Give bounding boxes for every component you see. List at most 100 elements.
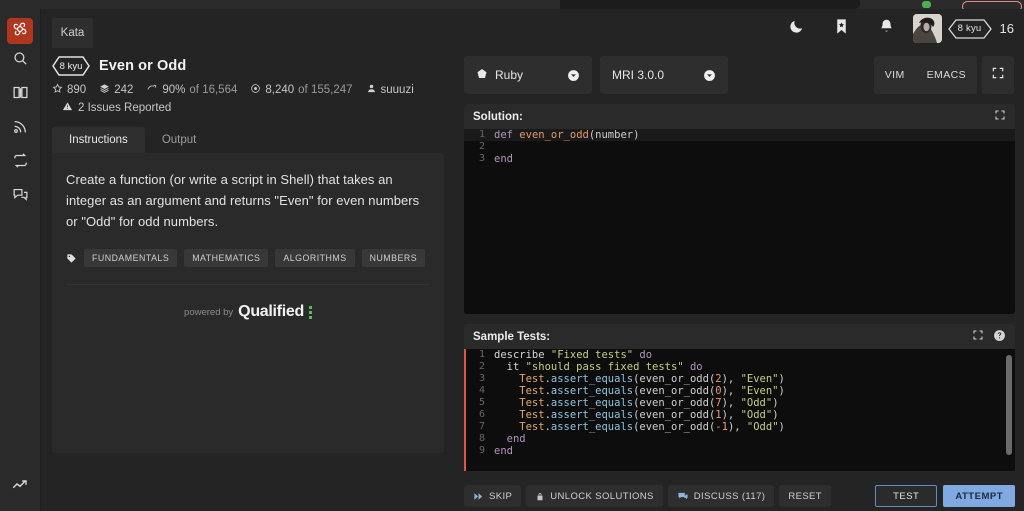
code-line: 2 bbox=[464, 141, 1015, 153]
issues-reported[interactable]: 2 Issues Reported bbox=[62, 101, 455, 115]
book-icon bbox=[12, 84, 29, 106]
code-line: 2 it "should pass fixed tests" do bbox=[466, 361, 1015, 373]
left-sidebar bbox=[0, 9, 41, 511]
stat-completions: 8,240 of 155,247 bbox=[250, 83, 352, 97]
sample-tests-title: Sample Tests: bbox=[473, 331, 550, 343]
honor-count: 16 bbox=[1000, 21, 1014, 36]
solution-header: Solution: bbox=[464, 104, 1015, 129]
tag-item[interactable]: FUNDAMENTALS bbox=[84, 249, 177, 267]
stat-collections: 242 bbox=[99, 83, 133, 97]
sidebar-item-logo[interactable] bbox=[7, 18, 33, 44]
chevron-down-icon bbox=[703, 69, 716, 82]
browser-status-dot bbox=[922, 1, 931, 8]
code-line: 1describe "Fixed tests" do bbox=[466, 349, 1015, 361]
solution-title: Solution: bbox=[473, 111, 523, 123]
tag-item[interactable]: NUMBERS bbox=[362, 249, 426, 267]
test-button[interactable]: TEST bbox=[875, 485, 937, 507]
expand-icon bbox=[991, 66, 1005, 85]
discuss-button[interactable]: DISCUSS (117) bbox=[668, 485, 775, 507]
code-text: Test.assert_equals(even_or_odd(-1), "Odd… bbox=[494, 421, 785, 433]
fast-forward-icon bbox=[473, 491, 484, 502]
tab-instructions[interactable]: Instructions bbox=[52, 127, 145, 153]
solution-editor[interactable]: 1 def even_or_odd(number) 2 3 end bbox=[464, 129, 1015, 314]
top-bar: Kata bbox=[41, 9, 1024, 48]
sidebar-item-feed[interactable] bbox=[0, 112, 41, 146]
code-text: end bbox=[494, 153, 513, 165]
completions-icon bbox=[250, 83, 261, 97]
sample-tests-editor[interactable]: 1describe "Fixed tests" do2 it "should p… bbox=[464, 349, 1015, 471]
bell-icon bbox=[878, 18, 895, 40]
solution-expand-button[interactable] bbox=[994, 109, 1006, 124]
code-text: Test.assert_equals(even_or_odd(2), "Even… bbox=[494, 373, 785, 385]
tag-icon bbox=[66, 253, 77, 264]
line-number: 8 bbox=[466, 433, 494, 445]
unlock-solutions-button[interactable]: UNLOCK SOLUTIONS bbox=[526, 485, 663, 507]
skip-button[interactable]: SKIP bbox=[464, 485, 521, 507]
code-line: 6 Test.assert_equals(even_or_odd(1), "Od… bbox=[466, 409, 1015, 421]
tab-output[interactable]: Output bbox=[145, 127, 214, 153]
submit-actions: TEST ATTEMPT bbox=[875, 485, 1015, 507]
star-icon bbox=[52, 83, 63, 97]
code-text: end bbox=[494, 433, 526, 445]
reset-button[interactable]: RESET bbox=[779, 485, 831, 507]
kata-rank-badge: 8 kyu bbox=[52, 56, 90, 76]
sample-tests-header: Sample Tests: bbox=[464, 324, 1015, 349]
sidebar-item-stats[interactable] bbox=[0, 469, 41, 503]
tab-kata[interactable]: Kata bbox=[52, 18, 93, 48]
satisfaction-icon bbox=[146, 83, 158, 97]
search-icon bbox=[12, 50, 29, 72]
chat-icon bbox=[12, 186, 29, 208]
help-circle-icon[interactable] bbox=[993, 329, 1006, 345]
qualified-dots-icon bbox=[309, 306, 312, 319]
line-number: 6 bbox=[466, 409, 494, 421]
kata-info-column: 8 kyu Even or Odd 890 bbox=[41, 48, 455, 511]
sidebar-item-search[interactable] bbox=[0, 44, 41, 78]
bookmark-star-icon bbox=[833, 18, 850, 40]
attempt-button[interactable]: ATTEMPT bbox=[943, 485, 1015, 507]
page-title: Even or Odd bbox=[99, 58, 186, 74]
bookmark-button[interactable] bbox=[819, 9, 864, 48]
code-line: 3 Test.assert_equals(even_or_odd(2), "Ev… bbox=[466, 373, 1015, 385]
solution-panel: Solution: 1 def even_or_odd(number) 2 bbox=[464, 104, 1015, 314]
editor-toolbar: Ruby MRI 3.0.0 VIM E bbox=[455, 48, 1024, 94]
runtime-label: MRI 3.0.0 bbox=[612, 68, 664, 82]
tag-item[interactable]: MATHEMATICS bbox=[184, 249, 268, 267]
rss-icon bbox=[12, 119, 28, 140]
keybinding-vim[interactable]: VIM bbox=[874, 56, 916, 94]
code-text: it "should pass fixed tests" do bbox=[494, 361, 703, 373]
code-text: Test.assert_equals(even_or_odd(7), "Odd"… bbox=[494, 397, 779, 409]
code-text: describe "Fixed tests" do bbox=[494, 349, 652, 361]
notifications-button[interactable] bbox=[864, 9, 909, 48]
content-tabs: Instructions Output bbox=[52, 127, 455, 153]
editor-column: Ruby MRI 3.0.0 VIM E bbox=[455, 48, 1024, 511]
avatar[interactable] bbox=[913, 14, 942, 43]
stat-author[interactable]: suuuzi bbox=[366, 83, 414, 97]
kata-stats: 890 242 bbox=[52, 83, 455, 97]
sidebar-item-practice[interactable] bbox=[0, 146, 41, 180]
person-icon bbox=[366, 83, 377, 97]
instructions-panel: Create a function (or write a script in … bbox=[52, 153, 444, 453]
code-text: Test.assert_equals(even_or_odd(0), "Even… bbox=[494, 385, 785, 397]
code-text: def even_or_odd(number) bbox=[494, 129, 639, 141]
code-line: 9end bbox=[466, 445, 1015, 457]
fullscreen-button[interactable] bbox=[982, 56, 1014, 94]
chat-bubble-icon bbox=[677, 491, 689, 502]
code-line: 7 Test.assert_equals(even_or_odd(-1), "O… bbox=[466, 421, 1015, 433]
sample-tests-panel: Sample Tests: 1describe "Fix bbox=[464, 324, 1015, 471]
line-number: 1 bbox=[466, 349, 494, 361]
line-number: 1 bbox=[464, 129, 494, 141]
tag-item[interactable]: ALGORITHMS bbox=[275, 249, 354, 267]
sidebar-item-discuss[interactable] bbox=[0, 180, 41, 214]
tests-expand-button[interactable] bbox=[972, 329, 984, 344]
code-line: 1 def even_or_odd(number) bbox=[464, 129, 1015, 141]
dark-mode-toggle[interactable] bbox=[774, 9, 819, 48]
sidebar-item-docs[interactable] bbox=[0, 78, 41, 112]
codewars-logo-icon bbox=[11, 20, 29, 43]
scrollbar-thumb[interactable] bbox=[1006, 355, 1012, 455]
language-select[interactable]: Ruby bbox=[464, 56, 592, 94]
browser-active-tab[interactable] bbox=[560, 0, 860, 9]
runtime-select[interactable]: MRI 3.0.0 bbox=[600, 56, 728, 94]
code-line: 3 end bbox=[464, 153, 1015, 165]
line-number: 9 bbox=[466, 445, 494, 457]
keybinding-emacs[interactable]: EMACS bbox=[916, 56, 977, 94]
